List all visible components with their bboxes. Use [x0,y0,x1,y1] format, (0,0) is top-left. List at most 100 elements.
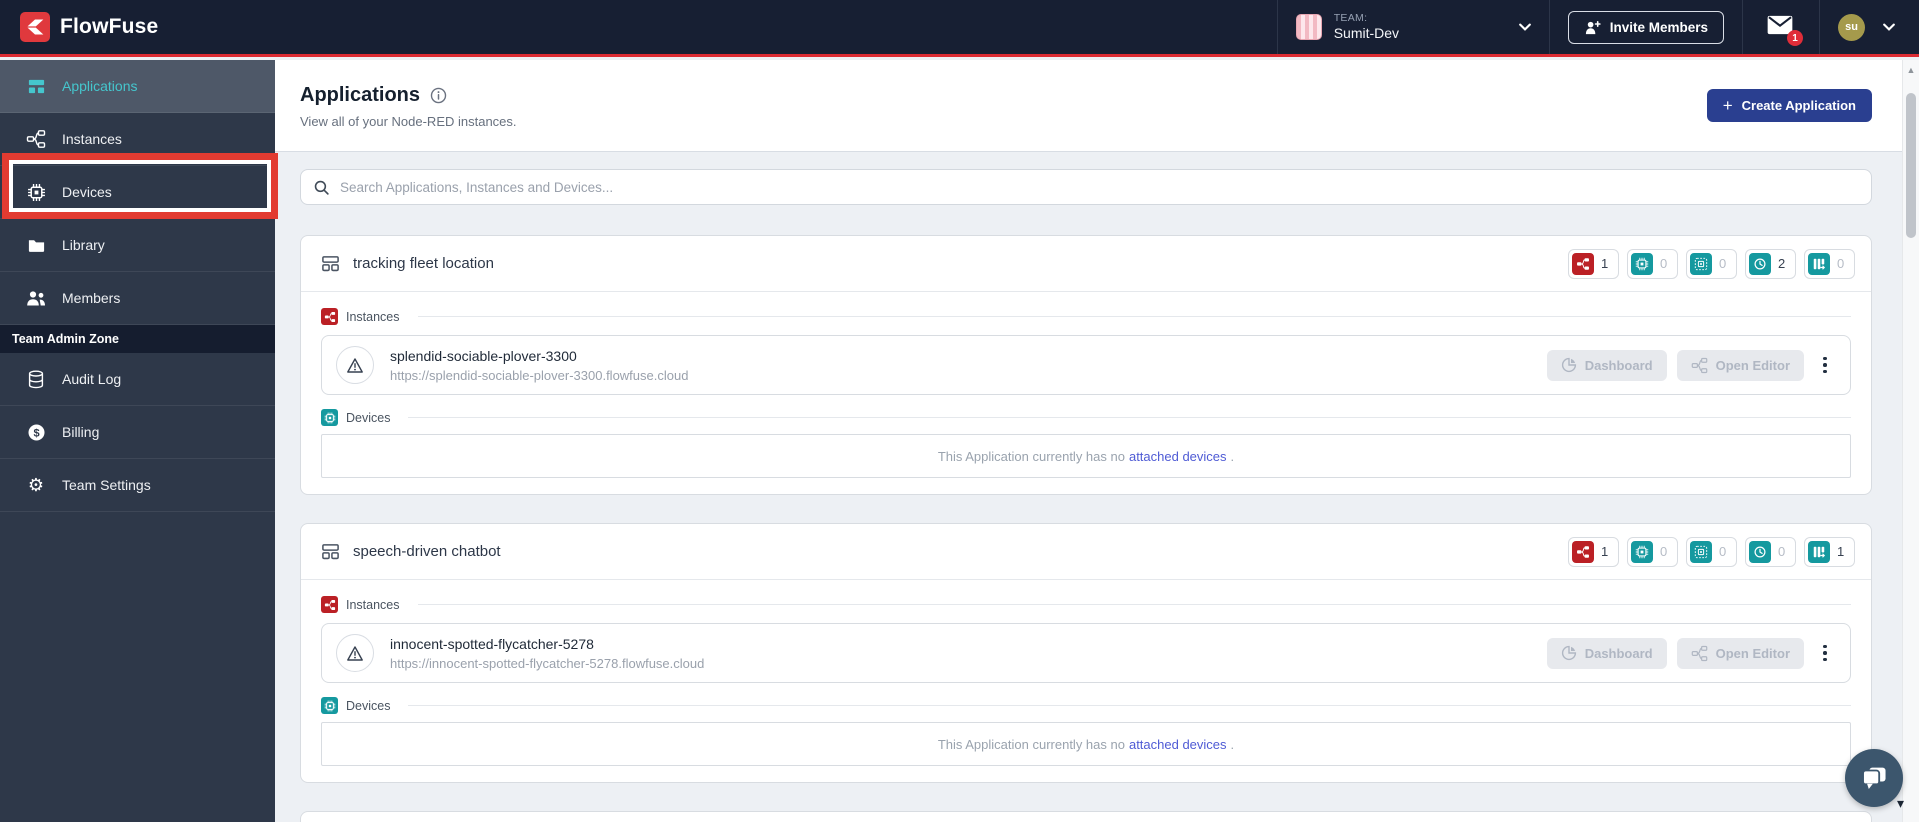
node-red-flow-icon [1691,357,1707,373]
instance-name[interactable]: splendid-sociable-plover-3300 [390,348,688,364]
instances-section-label: Instances [346,309,400,324]
page-title: Applications [300,84,421,106]
device-groups-count-badge: 0 [1686,536,1737,567]
device-groups-count-badge: 0 [1686,248,1737,279]
vertical-scrollbar[interactable]: ▲ [1902,60,1919,822]
application-card: test 3 [300,811,1872,822]
application-card-header[interactable]: tracking fleet location 1 0 0 2 0 [301,236,1871,292]
sidebar-item-audit-log[interactable]: Audit Log [0,353,275,406]
kebab-menu-icon[interactable] [1814,641,1836,666]
attached-devices-link[interactable]: attached devices [1129,449,1227,464]
node-red-icon [321,308,338,325]
plus-icon: + [1722,96,1733,115]
invite-members-button[interactable]: Invite Members [1567,10,1724,44]
instance-row[interactable]: innocent-spotted-flycatcher-5278 https:/… [321,623,1851,683]
no-devices-message: This Application currently has no attach… [321,722,1851,766]
create-application-button[interactable]: + Create Application [1706,89,1872,122]
instances-section-header: Instances [321,308,1851,325]
sidebar-item-instances[interactable]: Instances [0,113,275,166]
devices-section-header: Devices [321,697,1851,714]
node-red-flow-icon [1691,645,1707,661]
application-card-header[interactable]: test 3 [301,812,1871,822]
members-icon [26,289,46,307]
top-navbar: FlowFuse TEAM: Sumit-Dev Invite Members … [0,0,1919,57]
application-name[interactable]: speech-driven chatbot [353,543,501,560]
attached-devices-link[interactable]: attached devices [1129,737,1227,752]
dashboard-button[interactable]: Dashboard [1546,349,1667,381]
user-avatar[interactable]: su [1838,13,1865,41]
instances-section-label: Instances [346,597,400,612]
snapshots-count-badge: 0 [1745,536,1796,567]
application-icon [321,254,340,273]
invite-members-label: Invite Members [1609,19,1708,35]
dashboard-label: Dashboard [1584,645,1653,661]
sidebar-item-label: Library [62,237,105,253]
open-editor-button[interactable]: Open Editor [1676,349,1804,381]
dollar-icon: $ [26,423,46,442]
scrollbar-up-arrow[interactable]: ▲ [1903,65,1919,75]
sidebar-item-library[interactable]: Library [0,219,275,272]
database-icon [26,369,46,389]
chevron-down-icon [1518,23,1531,31]
search-input[interactable] [340,179,1859,195]
team-name: Sumit-Dev [1333,24,1400,41]
instances-section-header: Instances [321,596,1851,613]
svg-text:$: $ [33,427,39,439]
application-card-header[interactable]: speech-driven chatbot 1 0 0 0 1 [301,524,1871,580]
pipelines-count-badge: 0 [1804,248,1855,279]
applications-icon [26,77,46,96]
team-switcher[interactable]: TEAM: Sumit-Dev [1276,0,1549,54]
sidebar-nav: Applications Instances Devices Library M… [0,60,275,822]
chat-widget-button[interactable] [1845,749,1903,807]
sidebar-item-label: Audit Log [62,371,122,387]
divider [417,604,1851,605]
device-group-icon [1690,540,1712,563]
instance-status-icon [336,346,374,384]
sidebar-item-billing[interactable]: $ Billing [0,406,275,459]
sidebar-item-applications[interactable]: Applications [0,60,275,113]
clock-icon [1749,540,1771,563]
sidebar-item-team-settings[interactable]: ⚙ Team Settings [0,459,275,512]
sidebar-item-label: Team Settings [62,477,151,493]
instance-url: https://innocent-spotted-flycatcher-5278… [390,655,705,671]
open-editor-button[interactable]: Open Editor [1676,637,1804,669]
pipelines-icon [1808,540,1830,563]
flowfuse-logo-icon [20,12,50,42]
page-header: Applications View all of your Node-RED i… [275,60,1902,152]
snapshots-count-badge: 2 [1745,248,1796,279]
pie-chart-icon [1561,357,1576,373]
pie-chart-icon [1561,645,1576,661]
notifications-button[interactable]: 1 [1767,15,1803,46]
instances-count-badge: 1 [1568,536,1619,567]
notification-badge: 1 [1787,30,1803,46]
chat-caret-icon[interactable]: ▾ [1897,795,1904,812]
sidebar-item-devices[interactable]: Devices [0,166,275,219]
devices-count-badge: 0 [1627,536,1678,567]
divider [408,417,1851,418]
flowfuse-logo[interactable]: FlowFuse [20,12,158,42]
person-plus-icon [1584,19,1601,36]
open-editor-label: Open Editor [1715,357,1790,373]
user-menu-chevron-icon[interactable] [1883,23,1895,31]
sidebar-item-members[interactable]: Members [0,272,275,325]
application-name[interactable]: tracking fleet location [353,255,494,272]
application-badges: 1 0 [1568,248,1855,279]
device-group-icon [1690,252,1712,275]
sidebar-item-label: Instances [62,131,122,147]
devices-count-badge: 0 [1627,248,1678,279]
chip-icon [1631,252,1653,275]
info-icon[interactable] [430,87,447,104]
pipelines-count-badge: 1 [1804,536,1855,567]
scrollbar-thumb[interactable] [1906,93,1916,238]
divider [408,705,1851,706]
node-red-icon [1572,540,1594,563]
application-icon [321,542,340,561]
instance-row[interactable]: splendid-sociable-plover-3300 https://sp… [321,335,1851,395]
instance-name[interactable]: innocent-spotted-flycatcher-5278 [390,636,704,652]
application-card: tracking fleet location 1 0 0 2 0 Instan… [300,235,1872,495]
kebab-menu-icon[interactable] [1814,353,1836,378]
instances-icon [26,129,46,149]
pipelines-icon [1808,252,1830,275]
dashboard-button[interactable]: Dashboard [1546,637,1667,669]
page-subtitle: View all of your Node-RED instances. [300,114,517,129]
